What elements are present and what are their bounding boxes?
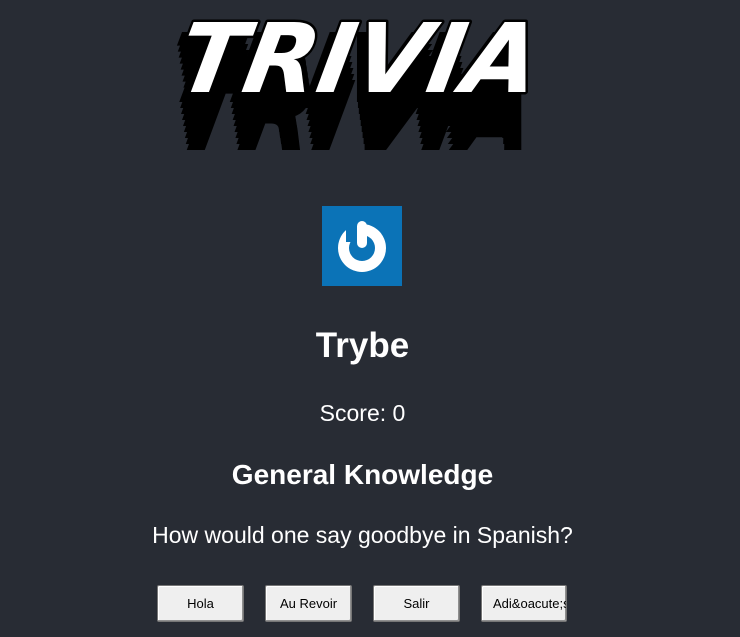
score: Score: 0 xyxy=(0,398,725,428)
answer-button-3[interactable]: Salir xyxy=(373,585,460,622)
answer-button-2[interactable]: Au Revoir xyxy=(265,585,352,622)
score-label: Score: xyxy=(319,400,393,426)
answer-button-1[interactable]: Hola xyxy=(157,585,244,622)
avatar xyxy=(322,206,402,286)
power-icon xyxy=(338,216,386,272)
player-name: Trybe xyxy=(315,326,410,365)
score-value: 0 xyxy=(392,400,406,426)
question-category: General Knowledge xyxy=(231,459,494,490)
answer-button-4[interactable]: Adi&oacute;s xyxy=(481,585,567,622)
trivia-logo: TRIVIA TRIVIA TRIVIA TRIVIA TRIVIA TRIVI… xyxy=(158,0,551,160)
logo-text: TRIVIA xyxy=(170,3,549,115)
question-text: How would one say goodbye in Spanish? xyxy=(152,522,573,548)
